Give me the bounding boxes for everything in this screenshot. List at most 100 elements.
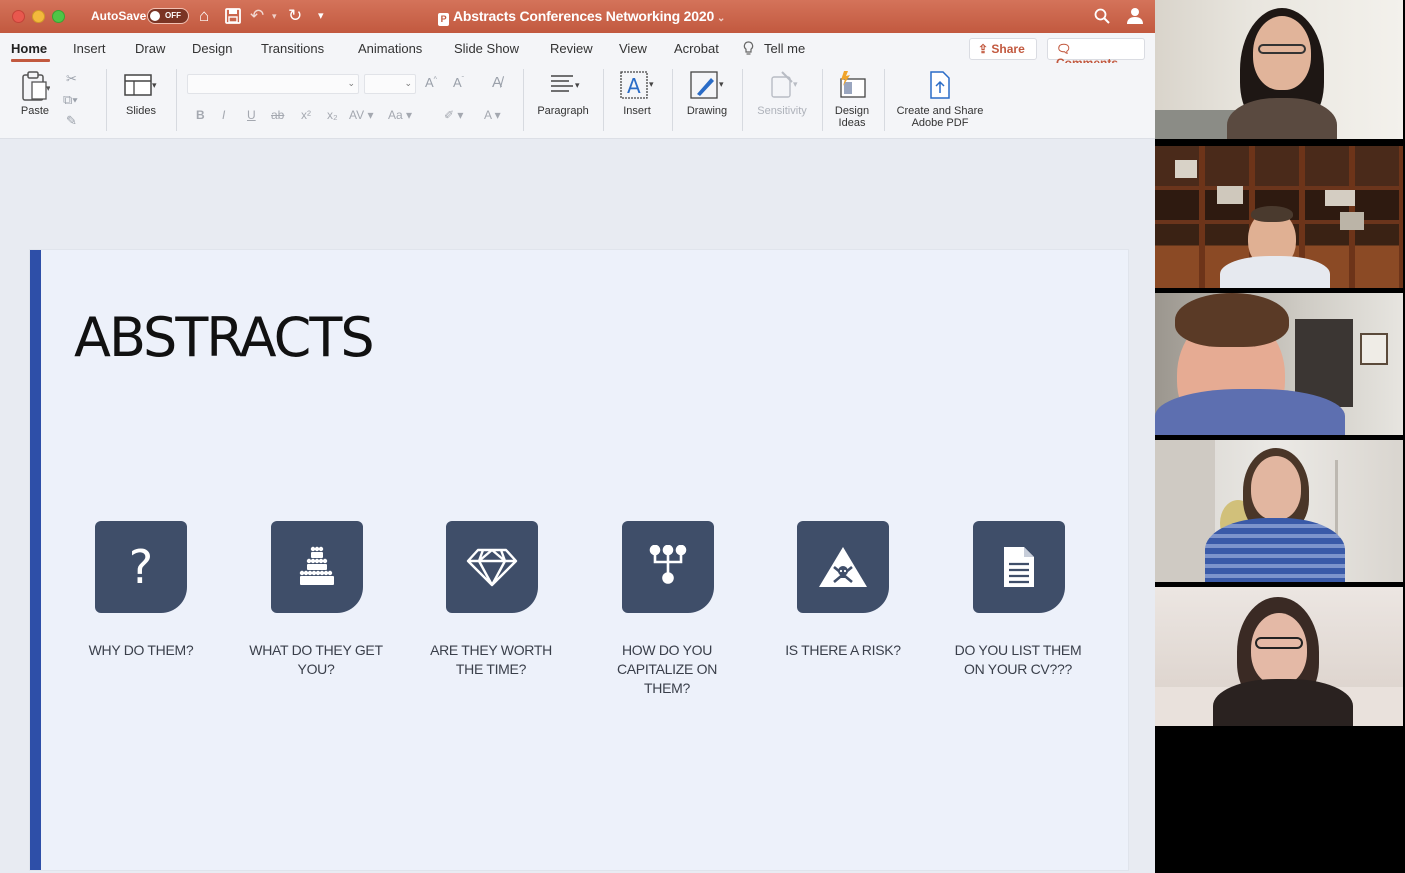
redo-icon[interactable]: ↻ (288, 5, 302, 27)
tab-transitions[interactable]: Transitions (261, 41, 324, 56)
zoom-window-button[interactable] (52, 10, 65, 23)
card-hierarchy (622, 521, 714, 613)
tab-home[interactable]: Home (11, 41, 47, 56)
font-family-select[interactable]: ⌄ (187, 74, 359, 94)
minimize-window-button[interactable] (32, 10, 45, 23)
card-diamond (446, 521, 538, 613)
tell-me-search[interactable]: Tell me (764, 41, 805, 56)
format-painter-icon[interactable]: ✎ (66, 113, 77, 129)
card-label-capitalize: HOW DO YOU CAPITALIZE ON THEM? (616, 642, 718, 696)
paragraph-button[interactable]: ▾ Paragraph (533, 69, 593, 117)
underline-icon[interactable]: U (247, 108, 256, 122)
undo-dropdown-icon[interactable]: ▾ (272, 5, 277, 27)
card-label-what: WHAT DO THEY GET YOU? (249, 642, 383, 677)
participant-face (1251, 456, 1301, 520)
svg-text:▾: ▾ (152, 80, 157, 90)
slide-accent-bar (30, 250, 41, 870)
cut-icon[interactable]: ✂ (66, 71, 77, 87)
increase-font-size-icon[interactable]: A^ (425, 75, 437, 90)
hazard-icon (797, 521, 889, 619)
comment-icon: 🗨 (1056, 42, 1072, 56)
decrease-font-size-icon[interactable]: Aˇ (453, 75, 464, 90)
glasses-icon (1255, 637, 1303, 649)
search-icon[interactable] (1094, 5, 1110, 31)
video-tile-3[interactable] (1155, 293, 1403, 435)
paragraph-icon: ▾ (533, 69, 593, 105)
card-people (271, 521, 363, 613)
video-tile-2[interactable] (1155, 146, 1403, 288)
card-label-cv: DO YOU LIST THEM ON YOUR CV??? (954, 642, 1082, 677)
tab-draw[interactable]: Draw (135, 41, 165, 56)
powerpoint-file-icon: P (438, 13, 449, 26)
save-icon[interactable] (225, 5, 241, 30)
undo-icon[interactable]: ↶ (250, 5, 264, 27)
account-icon[interactable] (1126, 5, 1145, 31)
diamond-icon (446, 521, 538, 617)
text-box-icon: A ▾ (612, 69, 662, 105)
slides-button[interactable]: ▾ Slides (118, 69, 164, 117)
create-share-adobe-pdf-button[interactable]: Create and Share Adobe PDF (892, 69, 988, 129)
design-ideas-button[interactable]: Design Ideas (830, 69, 874, 129)
drawing-icon: ▾ (682, 69, 732, 105)
insert-button[interactable]: A ▾ Insert (612, 69, 662, 117)
subscript-icon[interactable]: x₂ (327, 108, 338, 122)
copy-icon[interactable]: ⧉▾ (63, 92, 78, 108)
svg-text:▾: ▾ (46, 83, 50, 93)
home-icon[interactable]: ⌂ (199, 5, 209, 27)
people-pyramid-icon (271, 521, 363, 620)
hierarchy-icon (622, 521, 714, 619)
sensitivity-button[interactable]: ▾ Sensitivity (752, 69, 812, 117)
tab-animations[interactable]: Animations (358, 41, 422, 56)
highlight-icon[interactable]: ✐ ▾ (444, 108, 463, 122)
video-tile-4[interactable] (1155, 440, 1403, 582)
comments-button[interactable]: 🗨 Comments (1047, 38, 1145, 70)
card-label-why: WHY DO THEM? (88, 642, 194, 658)
customize-toolbar-icon[interactable]: ▾ (318, 5, 324, 27)
bold-icon[interactable]: B (196, 108, 205, 122)
italic-icon[interactable]: I (222, 108, 225, 122)
lightbulb-icon (743, 41, 754, 59)
active-tab-indicator (11, 59, 50, 62)
character-spacing-icon[interactable]: AV ▾ (349, 108, 373, 122)
glasses-icon (1258, 44, 1306, 54)
superscript-icon[interactable]: x² (301, 108, 311, 122)
tab-view[interactable]: View (619, 41, 647, 56)
tab-slide-show[interactable]: Slide Show (454, 41, 519, 56)
question-icon: ? (128, 540, 154, 594)
adobe-pdf-icon (892, 69, 988, 105)
card-question: ? (95, 521, 187, 613)
tab-review[interactable]: Review (550, 41, 593, 56)
font-size-select[interactable]: ⌄ (364, 74, 416, 94)
video-tile-1[interactable] (1155, 0, 1403, 139)
ribbon: ▾ Paste ✂ ⧉▾ ✎ ▾ Slides ⌄ ⌄ A^ Aˇ A̸ B I… (0, 63, 1155, 139)
autosave-label: AutoSave (91, 9, 147, 23)
title-bar: AutoSave OFF ⌂ ↶ ▾ ↻ ▾ P Abstracts Confer… (0, 0, 1155, 33)
clipboard-icon: ▾ (14, 69, 56, 105)
participant-face (1251, 613, 1307, 685)
design-ideas-icon (830, 69, 874, 105)
svg-text:▾: ▾ (575, 80, 580, 90)
tab-acrobat[interactable]: Acrobat (674, 41, 719, 56)
card-label-worth: ARE THEY WORTH THE TIME? (430, 642, 552, 677)
powerpoint-window: AutoSave OFF ⌂ ↶ ▾ ↻ ▾ P Abstracts Confer… (0, 0, 1155, 873)
autosave-state: OFF (165, 11, 181, 20)
share-icon: ⇪ (978, 42, 989, 56)
tab-insert[interactable]: Insert (73, 41, 106, 56)
slide[interactable]: ABSTRACTS ? WHY DO THEM? WHAT DO THEY GE… (30, 250, 1128, 870)
video-tile-5[interactable] (1155, 587, 1403, 726)
drawing-button[interactable]: ▾ Drawing (682, 69, 732, 117)
svg-text:A: A (627, 74, 641, 98)
paste-button[interactable]: ▾ Paste (14, 69, 56, 117)
svg-text:▾: ▾ (649, 79, 654, 89)
sensitivity-icon: ▾ (752, 69, 812, 105)
font-color-icon[interactable]: A ▾ (484, 108, 501, 122)
share-button[interactable]: ⇪ Share (969, 38, 1037, 60)
tab-design[interactable]: Design (192, 41, 232, 56)
change-case-icon[interactable]: Aa ▾ (388, 108, 412, 122)
strikethrough-icon[interactable]: ab (271, 108, 284, 122)
autosave-toggle[interactable]: OFF (147, 8, 189, 24)
document-title: P Abstracts Conferences Networking 2020 ⌄ (438, 8, 725, 26)
card-label-risk: IS THERE A RISK? (785, 642, 901, 658)
clear-formatting-icon[interactable]: A̸ (492, 74, 502, 91)
close-window-button[interactable] (12, 10, 25, 23)
